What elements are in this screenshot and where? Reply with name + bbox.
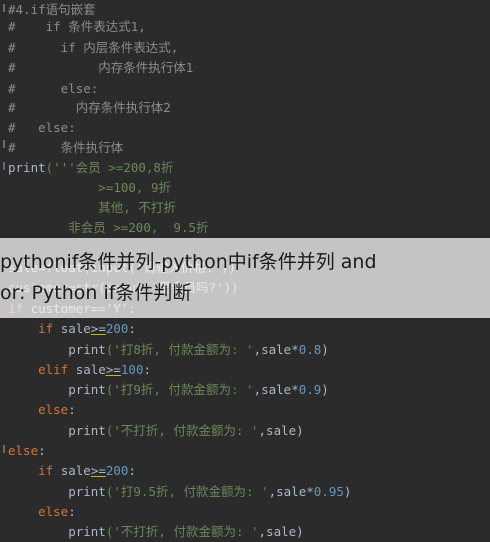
code-token: sale bbox=[60, 463, 91, 478]
code-line[interactable]: # 内存条件执行体2 bbox=[8, 99, 171, 117]
code-line[interactable]: # else: bbox=[8, 119, 76, 137]
code-line[interactable]: # 内存条件执行体1 bbox=[8, 59, 193, 77]
title-line-1: pythonif条件并列-python中if条件并列 and bbox=[0, 251, 377, 273]
code-token: >= bbox=[90, 321, 106, 336]
article-title: pythonif条件并列-python中if条件并列 and or: Pytho… bbox=[0, 247, 490, 309]
code-line[interactable]: print('打9.5折, 付款金额为: ',sale*0.95) bbox=[8, 483, 351, 501]
code-token: : bbox=[68, 402, 76, 417]
code-token: sale bbox=[60, 321, 91, 336]
code-line[interactable]: print('不打折, 付款金额为: ',sale) bbox=[8, 422, 304, 440]
code-token: ) bbox=[321, 342, 329, 357]
code-token: 0.95 bbox=[313, 484, 344, 499]
title-line-2: or: Python if条件判断 bbox=[0, 282, 192, 304]
code-line[interactable]: else: bbox=[8, 401, 76, 419]
code-line[interactable]: # 条件执行体 bbox=[8, 139, 123, 157]
code-token: print bbox=[8, 382, 106, 397]
code-token: 100 bbox=[120, 362, 144, 377]
code-token: ('打9折, 付款金额为: ' bbox=[105, 382, 254, 397]
code-line[interactable]: if sale>=200: bbox=[8, 320, 136, 338]
code-token: >= bbox=[90, 463, 106, 478]
code-token: ,sale* bbox=[268, 484, 314, 499]
code-line[interactable]: elif sale>=100: bbox=[8, 361, 151, 379]
code-token: # if 条件表达式1, bbox=[8, 19, 146, 34]
code-line[interactable]: print('不打折, 付款金额为: ',sale) bbox=[8, 523, 304, 541]
fold-marker-icon[interactable] bbox=[3, 4, 5, 12]
code-token: : bbox=[143, 362, 152, 377]
code-token: ,sale) bbox=[258, 423, 304, 438]
code-token: ) bbox=[343, 484, 352, 499]
code-token: ('打8折, 付款金额为: ' bbox=[105, 342, 254, 357]
code-line[interactable]: else: bbox=[8, 442, 46, 460]
code-token: : bbox=[128, 463, 136, 478]
code-line[interactable]: # if 内层条件表达式, bbox=[8, 39, 178, 57]
code-token: 0.8 bbox=[298, 342, 322, 357]
code-token: # else: bbox=[8, 81, 99, 96]
code-token: 0.9 bbox=[298, 382, 322, 397]
code-token: 200 bbox=[105, 321, 129, 336]
fold-marker-icon[interactable] bbox=[3, 445, 5, 453]
code-line[interactable]: 非会员 >=200, 9.5折 bbox=[8, 219, 209, 237]
code-token: >=100, 9折 bbox=[8, 180, 172, 195]
code-token: print bbox=[8, 524, 106, 539]
code-token: # else: bbox=[8, 120, 76, 135]
code-token: 其他, 不打折 bbox=[8, 200, 176, 215]
code-token: ,sale) bbox=[258, 524, 304, 539]
code-token: >= bbox=[105, 362, 121, 377]
fold-marker-icon[interactable] bbox=[3, 140, 5, 148]
code-token: if bbox=[8, 321, 61, 336]
code-line[interactable]: print('''会员 >=200,8折 bbox=[8, 159, 173, 177]
code-token: print bbox=[8, 423, 106, 438]
code-token: elif bbox=[8, 362, 76, 377]
code-token: ('打9.5折, 付款金额为: ' bbox=[105, 484, 269, 499]
code-token: ,sale* bbox=[253, 382, 299, 397]
code-line[interactable]: # else: bbox=[8, 80, 98, 98]
code-token: ('''会员 >=200,8折 bbox=[45, 160, 174, 175]
code-token: if bbox=[8, 463, 61, 478]
code-token: # 内存条件执行体2 bbox=[8, 100, 171, 115]
code-token: else bbox=[8, 504, 69, 519]
code-token: # 条件执行体 bbox=[8, 140, 124, 155]
code-line[interactable]: # if 条件表达式1, bbox=[8, 18, 146, 36]
code-token: : bbox=[68, 504, 76, 519]
code-token: print bbox=[8, 160, 46, 175]
code-token: ) bbox=[321, 382, 329, 397]
code-line[interactable]: else: bbox=[8, 503, 76, 521]
code-token: # if 内层条件表达式, bbox=[8, 40, 179, 55]
code-token: print bbox=[8, 342, 106, 357]
code-token: ('不打折, 付款金额为: ' bbox=[105, 423, 259, 438]
code-token: print bbox=[8, 484, 106, 499]
code-token: ,sale* bbox=[253, 342, 299, 357]
code-line[interactable]: print('打8折, 付款金额为: ',sale*0.8) bbox=[8, 341, 329, 359]
code-token: #4.if语句嵌套 bbox=[8, 2, 96, 17]
code-token: 非会员 >=200, 9.5折 bbox=[8, 220, 209, 235]
code-token: : bbox=[38, 443, 46, 458]
code-token: else bbox=[8, 402, 69, 417]
code-line[interactable]: print('打9折, 付款金额为: ',sale*0.9) bbox=[8, 381, 329, 399]
code-line[interactable]: >=100, 9折 bbox=[8, 179, 171, 197]
fold-marker-icon[interactable] bbox=[3, 162, 5, 170]
code-token: ('不打折, 付款金额为: ' bbox=[105, 524, 259, 539]
code-token: sale bbox=[75, 362, 106, 377]
code-token: else bbox=[8, 443, 39, 458]
code-token: : bbox=[128, 321, 136, 336]
code-line[interactable]: 其他, 不打折 bbox=[8, 199, 176, 217]
code-line[interactable]: #4.if语句嵌套 bbox=[8, 1, 96, 19]
code-token: # 内存条件执行体1 bbox=[8, 60, 194, 75]
code-token: 200 bbox=[105, 463, 129, 478]
code-line[interactable]: if sale>=200: bbox=[8, 462, 136, 480]
